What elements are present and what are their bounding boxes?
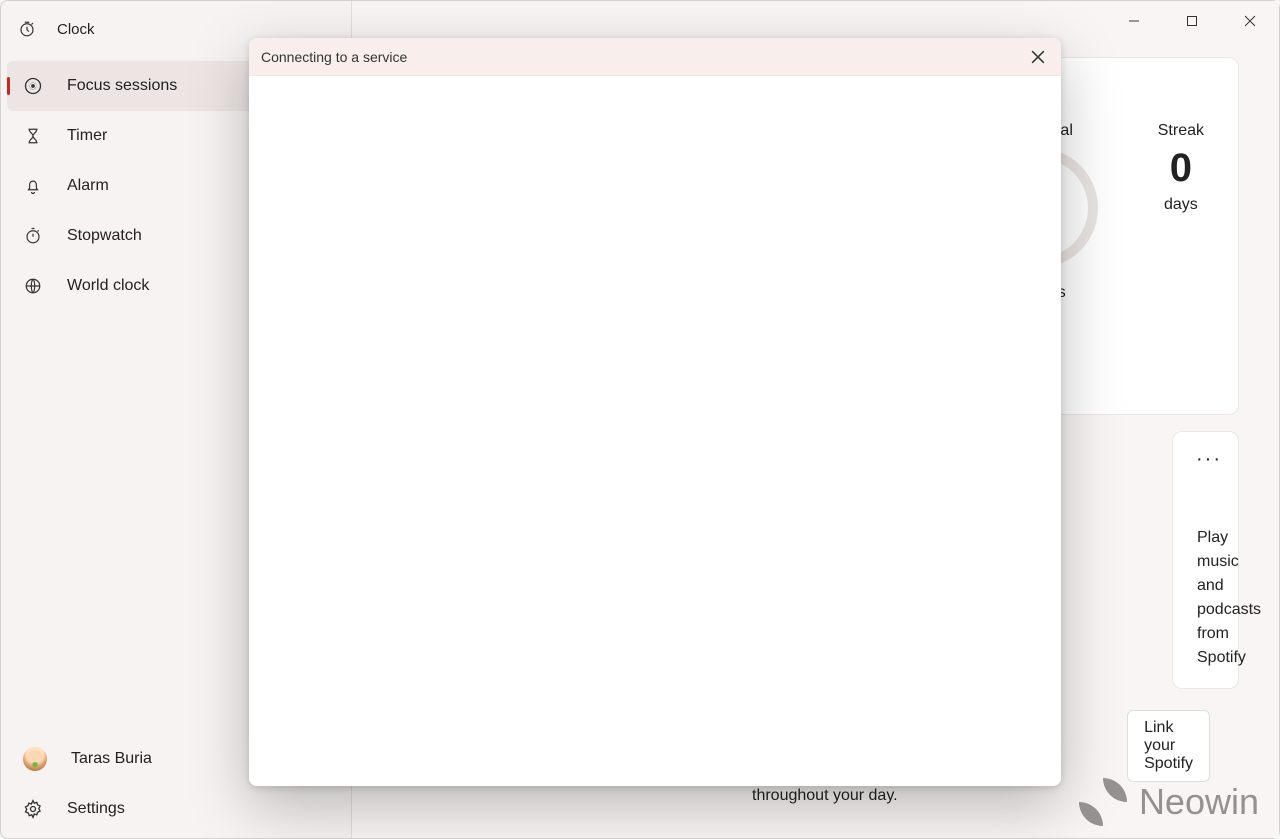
service-connect-modal: Connecting to a service xyxy=(249,38,1061,786)
bell-icon xyxy=(23,177,43,195)
settings-label: Settings xyxy=(67,800,125,818)
streak-unit: days xyxy=(1158,196,1204,214)
more-button[interactable]: ··· xyxy=(1196,448,1222,471)
sidebar-item-label: Stopwatch xyxy=(67,227,142,245)
streak-value: 0 xyxy=(1158,144,1204,192)
user-name: Taras Buria xyxy=(71,750,152,768)
gear-icon xyxy=(23,799,43,819)
clock-app-icon xyxy=(17,20,37,38)
sidebar-item-label: Alarm xyxy=(67,177,109,195)
stopwatch-icon xyxy=(23,227,43,245)
app-title: Clock xyxy=(57,21,95,38)
close-button[interactable] xyxy=(1221,1,1279,41)
watermark: Neowin xyxy=(1079,778,1259,826)
minimize-button[interactable] xyxy=(1105,1,1163,41)
modal-close-button[interactable] xyxy=(1027,46,1049,68)
sidebar-item-settings[interactable]: Settings xyxy=(7,784,345,834)
neowin-logo-icon xyxy=(1079,778,1127,826)
sidebar-item-label: Focus sessions xyxy=(67,77,177,95)
modal-header: Connecting to a service xyxy=(249,38,1061,76)
modal-body xyxy=(249,76,1061,786)
window-controls xyxy=(1105,1,1279,41)
focus-icon xyxy=(23,76,43,96)
streak-label: Streak xyxy=(1158,122,1204,140)
watermark-text: Neowin xyxy=(1139,781,1259,823)
hourglass-icon xyxy=(23,127,43,145)
modal-title: Connecting to a service xyxy=(261,49,407,65)
spotify-card: ··· Play music and podcasts from Spotify… xyxy=(1172,431,1239,689)
spotify-description: Play music and podcasts from Spotify xyxy=(1197,526,1214,670)
avatar xyxy=(23,747,47,771)
globe-icon xyxy=(23,277,43,295)
hint-text: throughout your day. xyxy=(752,787,898,805)
maximize-button[interactable] xyxy=(1163,1,1221,41)
sidebar-item-label: World clock xyxy=(67,277,149,295)
sidebar-item-label: Timer xyxy=(67,127,107,145)
link-spotify-button[interactable]: Link your Spotify xyxy=(1127,710,1210,782)
